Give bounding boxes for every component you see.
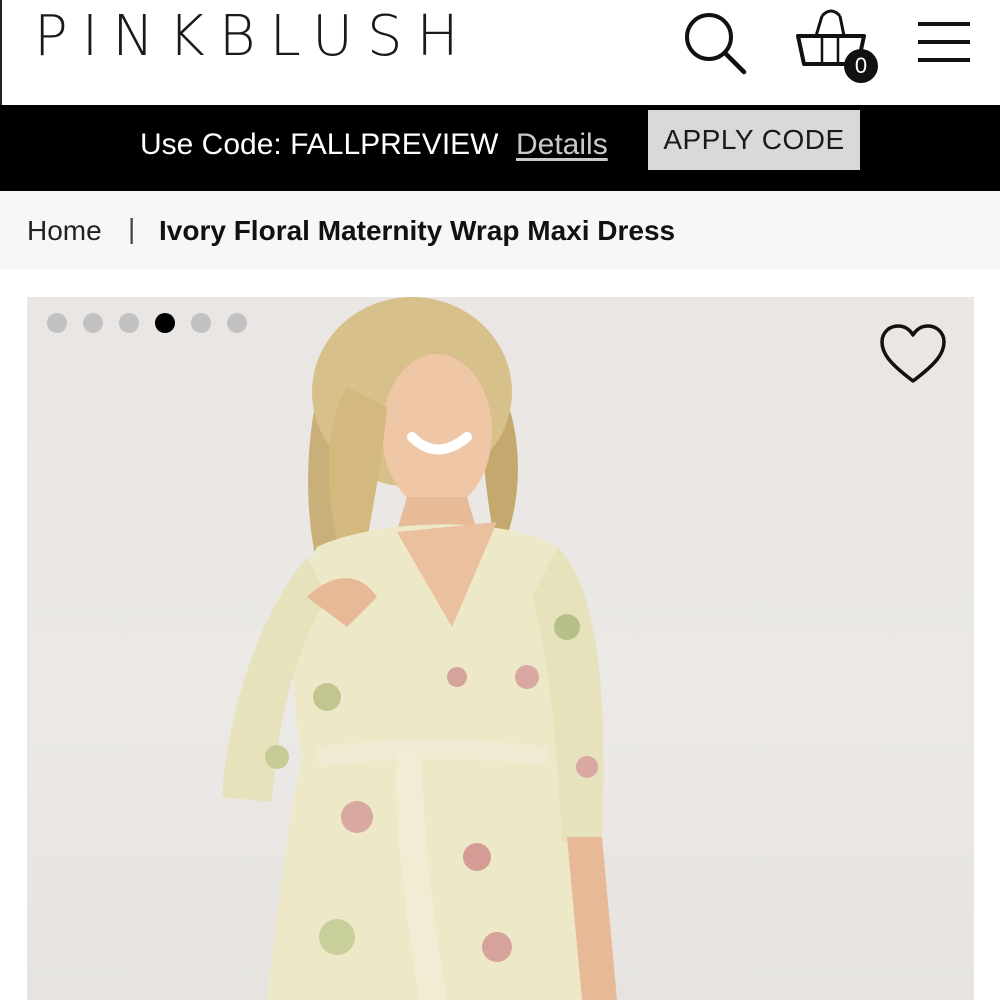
search-icon[interactable] xyxy=(682,10,748,76)
gallery-dot[interactable] xyxy=(191,313,211,333)
gallery-dot-active[interactable] xyxy=(155,313,175,333)
promo-details-link[interactable]: Details xyxy=(516,123,608,167)
menu-icon[interactable] xyxy=(916,20,972,64)
promo-code-text: Use Code: FALLPREVIEW xyxy=(140,128,499,161)
heart-icon[interactable] xyxy=(879,323,947,387)
gallery-dot[interactable] xyxy=(227,313,247,333)
gallery-dot[interactable] xyxy=(83,313,103,333)
product-photo[interactable] xyxy=(27,297,974,1000)
site-logo[interactable]: PINKBLUSH xyxy=(34,8,473,66)
gallery-dot[interactable] xyxy=(47,313,67,333)
gallery-dot[interactable] xyxy=(119,313,139,333)
product-image-gallery[interactable] xyxy=(27,297,974,1000)
breadcrumb-current-page: Ivory Floral Maternity Wrap Maxi Dress xyxy=(159,215,676,246)
breadcrumb-home-link[interactable]: Home xyxy=(27,213,102,249)
cart-count-badge: 0 xyxy=(844,49,878,83)
breadcrumb: Home | Ivory Floral Maternity Wrap Maxi … xyxy=(0,191,1000,269)
gallery-pagination xyxy=(47,313,247,333)
site-header: PINKBLUSH 0 xyxy=(0,0,1000,105)
apply-code-button[interactable]: APPLY CODE xyxy=(648,110,860,170)
breadcrumb-separator: | xyxy=(128,213,136,244)
